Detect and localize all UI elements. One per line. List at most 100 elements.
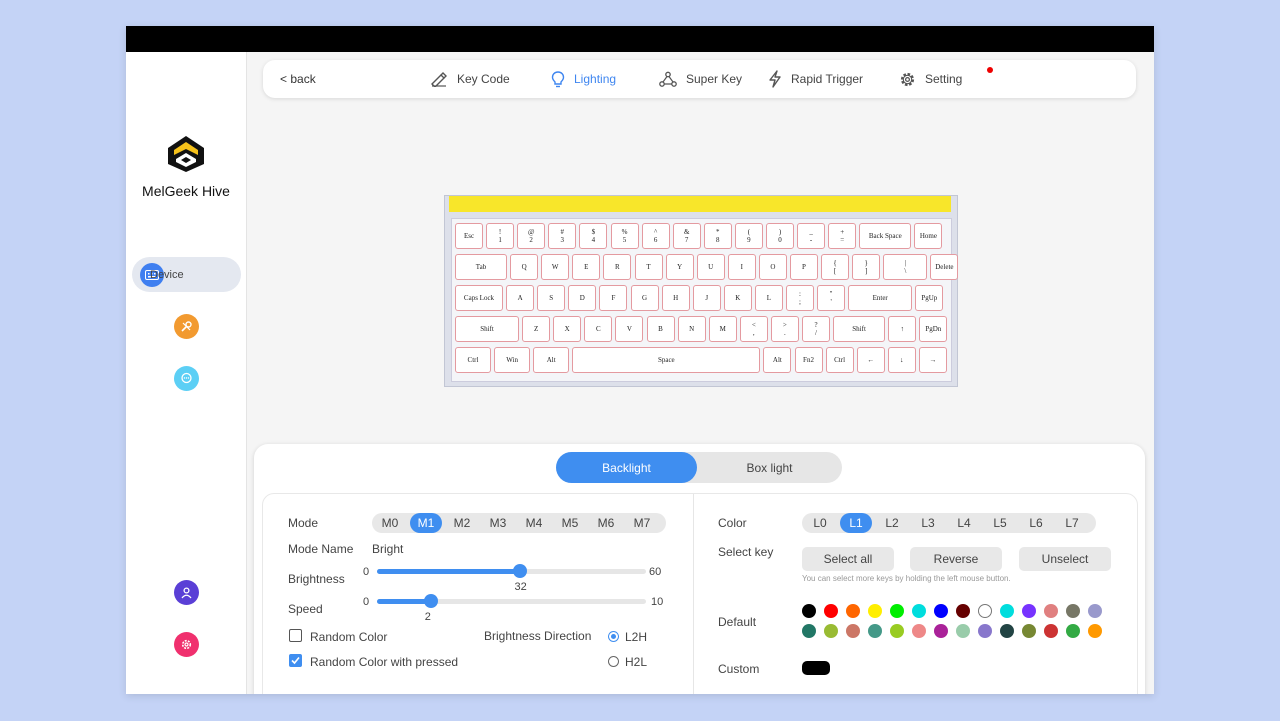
tab-super-key[interactable]: Super Key [659,70,742,88]
key[interactable]: @ 2 [517,223,546,249]
key[interactable]: L [754,285,783,311]
color-swatch[interactable] [802,624,816,638]
key[interactable]: E [572,254,601,280]
color-swatch[interactable] [1044,624,1058,638]
key[interactable]: & 7 [672,223,701,249]
key[interactable]: O [758,254,787,280]
key[interactable]: { [ [821,254,850,280]
key[interactable]: Esc [455,223,483,249]
layer-option-l4[interactable]: L4 [948,513,980,533]
key[interactable]: # 3 [548,223,577,249]
key[interactable]: B [646,316,675,342]
key[interactable]: Ctrl [825,347,854,373]
color-swatch[interactable] [978,624,992,638]
tools-icon[interactable] [174,314,199,339]
key[interactable]: PgUp [915,285,944,311]
key[interactable]: U [696,254,725,280]
key[interactable]: J [692,285,721,311]
color-swatch[interactable] [1022,624,1036,638]
tab-rapid-trigger[interactable]: Rapid Trigger [768,70,863,88]
color-swatch[interactable] [890,624,904,638]
color-swatch[interactable] [824,604,838,618]
color-swatch[interactable] [868,624,882,638]
direction-h2l-radio[interactable] [608,656,619,667]
brightness-slider[interactable] [377,564,646,578]
color-swatch[interactable] [868,604,882,618]
key[interactable]: Back Space [859,223,912,249]
color-swatch[interactable] [1066,624,1080,638]
key[interactable]: V [615,316,644,342]
key[interactable]: D [568,285,597,311]
key[interactable]: I [727,254,756,280]
key[interactable]: ↓ [887,347,916,373]
color-swatch[interactable] [1044,604,1058,618]
reverse-button[interactable]: Reverse [910,547,1002,571]
key[interactable]: Ctrl [455,347,491,373]
unselect-button[interactable]: Unselect [1019,547,1111,571]
key[interactable]: K [723,285,752,311]
key[interactable]: Alt [763,347,792,373]
key[interactable]: ← [856,347,885,373]
key[interactable]: H [661,285,690,311]
color-swatch[interactable] [956,624,970,638]
back-link[interactable]: < back [280,72,316,86]
layer-option-l0[interactable]: L0 [804,513,836,533]
color-swatch[interactable] [912,604,926,618]
key[interactable]: T [634,254,663,280]
tab-backlight[interactable]: Backlight [556,452,697,483]
key[interactable]: Caps Lock [455,285,503,311]
key[interactable]: G [630,285,659,311]
key[interactable]: % 5 [610,223,639,249]
layer-option-l3[interactable]: L3 [912,513,944,533]
color-swatch[interactable] [978,604,992,618]
key[interactable]: Fn2 [794,347,823,373]
key[interactable]: N [677,316,706,342]
random-color-pressed-checkbox[interactable] [289,654,302,667]
speed-thumb[interactable] [423,594,438,608]
key[interactable]: | \ [883,254,928,280]
layer-option-l5[interactable]: L5 [984,513,1016,533]
key[interactable]: Enter [848,285,913,311]
settings-gear-icon[interactable] [174,632,199,657]
layer-option-l6[interactable]: L6 [1020,513,1052,533]
key[interactable]: + = [828,223,857,249]
key[interactable]: A [506,285,535,311]
key[interactable]: → [918,347,947,373]
key[interactable]: Tab [455,254,507,280]
key[interactable]: } ] [852,254,881,280]
mode-option-m5[interactable]: M5 [554,513,586,533]
color-swatch[interactable] [846,624,860,638]
key[interactable]: ) 0 [766,223,794,249]
key[interactable]: R [603,254,632,280]
key[interactable]: ↑ [888,316,917,342]
key[interactable]: M [708,316,737,342]
tab-setting[interactable]: Setting [899,70,962,88]
color-swatch[interactable] [846,604,860,618]
key[interactable]: Home [914,223,943,249]
tab-box-light[interactable]: Box light [697,452,842,483]
key[interactable]: ( 9 [734,223,763,249]
key[interactable]: Y [665,254,694,280]
color-swatch[interactable] [802,604,816,618]
layer-option-l1[interactable]: L1 [840,513,872,533]
mode-option-m0[interactable]: M0 [374,513,406,533]
key[interactable]: Shift [833,316,886,342]
layer-option-l2[interactable]: L2 [876,513,908,533]
key[interactable]: X [553,316,582,342]
key[interactable]: F [599,285,628,311]
key[interactable]: < , [739,316,768,342]
color-swatch[interactable] [1000,624,1014,638]
key[interactable]: C [584,316,613,342]
user-icon[interactable] [174,580,199,605]
mode-option-m4[interactable]: M4 [518,513,550,533]
color-swatch[interactable] [1066,604,1080,618]
color-swatch[interactable] [934,624,948,638]
mode-option-m7[interactable]: M7 [626,513,658,533]
key[interactable]: " ' [817,285,846,311]
color-swatch[interactable] [956,604,970,618]
key[interactable]: PgDn [919,316,948,342]
key[interactable]: $ 4 [579,223,608,249]
sidebar-item-device[interactable]: Device [132,257,241,292]
key[interactable]: Win [494,347,531,373]
color-swatch[interactable] [912,624,926,638]
